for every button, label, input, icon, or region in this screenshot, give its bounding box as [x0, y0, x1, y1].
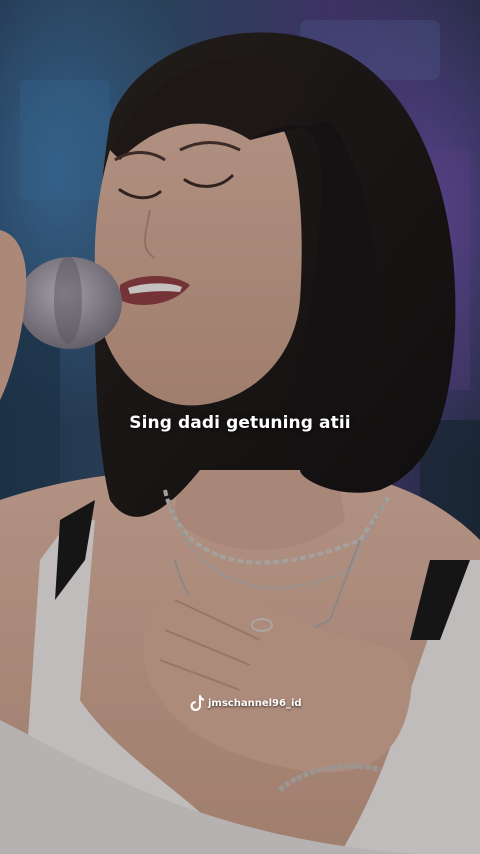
tiktok-logo-icon	[190, 695, 204, 711]
watermark: jmschannel96_id	[190, 695, 302, 711]
watermark-handle: jmschannel96_id	[208, 697, 302, 709]
lyric-caption: Sing dadi getuning atii	[129, 413, 351, 433]
